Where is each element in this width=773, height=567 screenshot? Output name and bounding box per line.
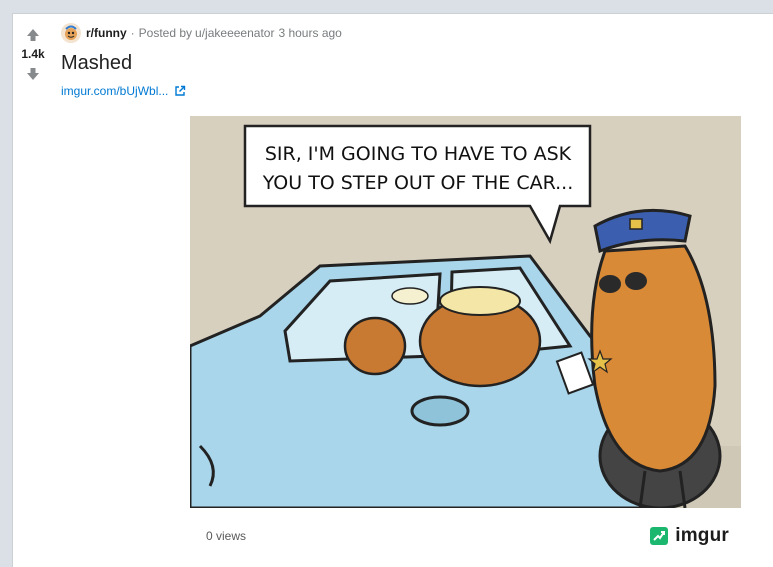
- speech-line-1: SIR, I'M GOING TO HAVE TO ASK: [265, 143, 572, 165]
- vote-column: 1.4k: [13, 14, 53, 104]
- speech-line-2: YOU TO STEP OUT OF THE CAR...: [262, 172, 574, 194]
- subreddit-link[interactable]: r/funny: [86, 26, 127, 40]
- posted-by-label: Posted by: [138, 26, 193, 40]
- upvote-icon[interactable]: [23, 25, 43, 45]
- post-link[interactable]: imgur.com/bUjWbl...: [61, 84, 186, 98]
- post-title[interactable]: Mashed: [61, 52, 132, 75]
- author-link[interactable]: u/jakeeeenator: [195, 26, 274, 40]
- post-meta: r/funny · Posted by u/jakeeeenator 3 hou…: [61, 23, 342, 43]
- vote-score: 1.4k: [21, 47, 45, 61]
- post-time[interactable]: 3 hours ago: [278, 26, 341, 40]
- embed-footer: 0 views imgur: [190, 518, 741, 554]
- view-count: 0 views: [206, 529, 247, 543]
- meta-separator: ·: [130, 26, 135, 40]
- subreddit-avatar-icon[interactable]: [61, 23, 81, 43]
- post-card[interactable]: 1.4k r/funny · Posted by u/jakeeeenator …: [12, 13, 773, 567]
- imgur-logo-icon: [650, 527, 669, 545]
- post-image[interactable]: SIR, I'M GOING TO HAVE TO ASK YOU TO STE…: [190, 116, 741, 508]
- downvote-icon[interactable]: [23, 64, 43, 84]
- external-link-icon[interactable]: [174, 85, 186, 97]
- imgur-wordmark: imgur: [675, 525, 729, 546]
- post-link-text[interactable]: imgur.com/bUjWbl...: [61, 84, 168, 98]
- imgur-brand[interactable]: imgur: [649, 525, 729, 547]
